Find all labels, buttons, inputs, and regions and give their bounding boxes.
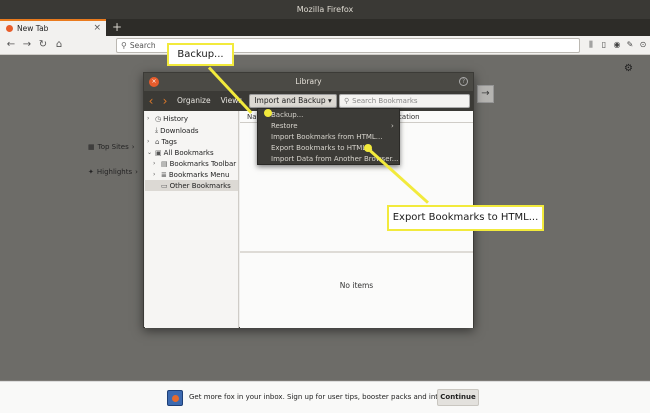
search-icon: ⚲: [121, 41, 127, 50]
tree-item-history[interactable]: › ◷ History: [147, 113, 188, 124]
tree-item-label: All Bookmarks: [163, 148, 214, 157]
chevron-right-icon[interactable]: ›: [153, 171, 159, 178]
callout-dot-export: [364, 144, 372, 152]
tree-item-bookmarks-menu[interactable]: › ≣ Bookmarks Menu: [153, 169, 229, 180]
callout-dot-backup: [264, 109, 272, 117]
forward-icon[interactable]: ›: [158, 91, 172, 111]
tree-item-bookmarks-toolbar[interactable]: › ▤ Bookmarks Toolbar: [153, 158, 236, 169]
toolbar-right-icons: ⫼ ▯ ◉ ✎ ⊙ ◆ ≡: [586, 39, 650, 51]
back-arrow-icon[interactable]: ←: [4, 38, 18, 52]
toolbar-folder-icon: ▤: [161, 159, 168, 168]
tab-label: New Tab: [17, 24, 49, 33]
tab-new-tab[interactable]: New Tab ×: [0, 19, 106, 36]
folder-icon: ▭: [161, 181, 168, 190]
highlights-link[interactable]: ✦ Highlights ›: [88, 168, 138, 176]
download-icon: ⤓: [155, 126, 159, 134]
chevron-right-icon: ›: [391, 122, 394, 130]
navigation-toolbar: ← → ↻ ⌂ ⚲ Search ⫼ ▯ ◉ ✎ ⊙ ◆ ≡: [0, 36, 650, 55]
sidebar-icon[interactable]: ▯: [599, 39, 609, 51]
firefox-tab-icon: [6, 25, 13, 32]
library-title: Library: [295, 77, 322, 86]
extension-icon[interactable]: ✎: [625, 39, 635, 51]
tree-item-label: Downloads: [160, 126, 199, 135]
search-bookmarks-placeholder: Search Bookmarks: [352, 97, 418, 105]
menu-item-import-html[interactable]: Import Bookmarks from HTML...: [271, 133, 382, 141]
import-backup-menu[interactable]: Import and Backup ▾: [249, 94, 337, 108]
tree-item-label: Bookmarks Menu: [168, 170, 230, 179]
search-go-button[interactable]: →: [477, 85, 494, 103]
new-tab-button[interactable]: +: [110, 19, 124, 36]
url-bar-placeholder: Search: [129, 41, 156, 50]
fox-mail-icon: [167, 390, 183, 406]
chevron-right-icon[interactable]: ›: [153, 160, 159, 167]
chevron-right-icon[interactable]: ›: [147, 115, 153, 122]
empty-message: No items: [339, 281, 374, 290]
chevron-right-icon: ›: [131, 143, 135, 151]
menu-item-backup[interactable]: Backup...: [271, 111, 303, 119]
import-backup-label: Import and Backup: [254, 96, 326, 105]
home-icon[interactable]: ⌂: [52, 38, 66, 52]
menu-item-export-html[interactable]: Export Bookmarks to HTML...: [271, 144, 373, 152]
tab-strip: New Tab × +: [0, 19, 650, 36]
tree-item-downloads[interactable]: ⤓ Downloads: [155, 125, 199, 136]
close-icon[interactable]: ×: [93, 23, 101, 33]
gear-icon[interactable]: ⚙: [624, 63, 633, 74]
back-icon[interactable]: ‹: [144, 91, 158, 111]
os-title-bar: Mozilla Firefox: [0, 0, 650, 19]
chevron-down-icon: ▾: [327, 96, 332, 105]
top-sites-link[interactable]: ▦ Top Sites ›: [88, 143, 135, 151]
help-icon[interactable]: ?: [459, 77, 468, 86]
bookmarks-icon: ▣: [155, 148, 162, 157]
screen: Mozilla Firefox New Tab × + ← → ↻ ⌂ ⚲ Se…: [0, 0, 650, 413]
newsletter-snippet: Get more fox in your inbox. Sign up for …: [0, 381, 650, 413]
menu-folder-icon: ≣: [161, 170, 167, 179]
close-icon[interactable]: ×: [149, 77, 159, 87]
pocket-icon[interactable]: ◉: [612, 39, 622, 51]
snippet-text: Get more fox in your inbox. Sign up for …: [189, 393, 477, 401]
search-icon: ⚲: [344, 97, 350, 105]
tree-item-label: Other Bookmarks: [169, 181, 231, 190]
menu-item-restore[interactable]: Restore: [271, 122, 298, 130]
chevron-down-icon[interactable]: ⌄: [147, 149, 153, 156]
highlights-label: Highlights: [96, 168, 133, 176]
sparkle-icon: ✦: [88, 168, 94, 176]
reload-icon[interactable]: ↻: [36, 38, 50, 52]
pane-divider[interactable]: [240, 251, 473, 253]
library-tree: › ◷ History ⤓ Downloads › ⌂ Tags ⌄ ▣ All…: [145, 111, 239, 328]
chevron-right-icon[interactable]: ›: [147, 138, 153, 145]
forward-arrow-icon[interactable]: →: [20, 38, 34, 52]
callout-export: Export Bookmarks to HTML...: [387, 205, 544, 231]
chevron-right-icon: ›: [135, 168, 138, 176]
search-bookmarks-input[interactable]: ⚲ Search Bookmarks: [339, 94, 470, 108]
tree-item-other-bookmarks[interactable]: ▭ Other Bookmarks: [145, 180, 238, 191]
library-title-bar: Library: [144, 73, 473, 91]
tree-item-label: History: [163, 114, 189, 123]
tree-item-label: Tags: [161, 137, 177, 146]
continue-button[interactable]: Continue: [437, 389, 479, 406]
tree-item-all-bookmarks[interactable]: ⌄ ▣ All Bookmarks: [147, 147, 214, 158]
container-icon[interactable]: ⊙: [638, 39, 648, 51]
tag-icon: ⌂: [155, 137, 160, 146]
tree-item-label: Bookmarks Toolbar: [169, 159, 237, 168]
top-sites-label: Top Sites: [97, 143, 129, 151]
tree-item-tags[interactable]: › ⌂ Tags: [147, 136, 177, 147]
library-icon[interactable]: ⫼: [586, 39, 596, 51]
callout-backup: Backup...: [167, 43, 234, 66]
organize-menu[interactable]: Organize: [172, 91, 216, 111]
grid-icon: ▦: [88, 143, 95, 151]
clock-icon: ◷: [155, 114, 162, 123]
window-title: Mozilla Firefox: [296, 5, 354, 14]
